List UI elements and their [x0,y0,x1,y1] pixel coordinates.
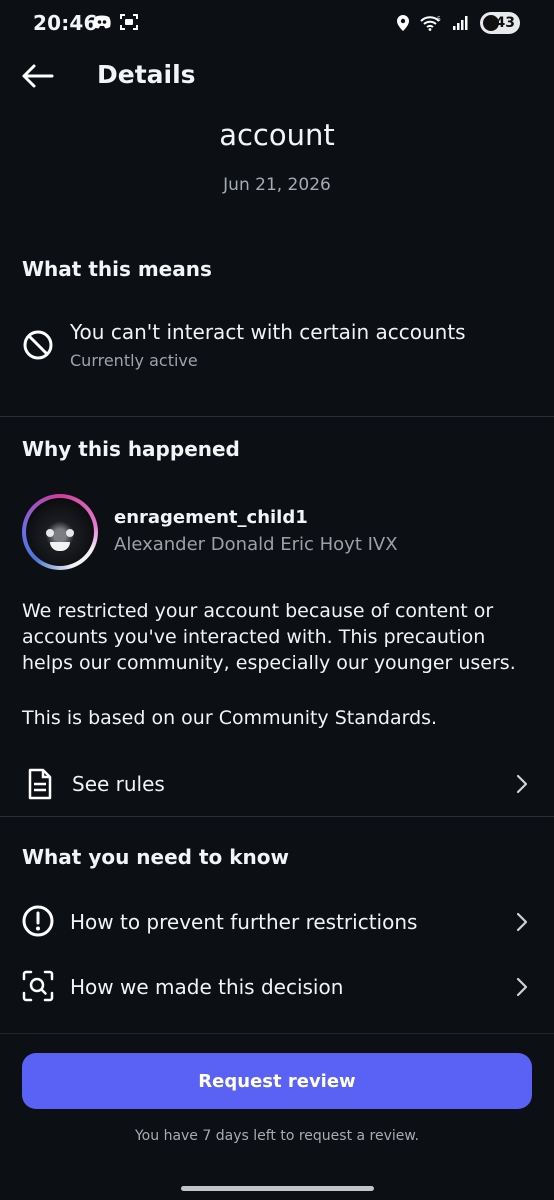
chevron-right-icon [516,912,528,932]
battery-icon: 43 [480,12,520,34]
alert-circle-icon [21,904,55,938]
restriction-explanation: We restricted your account because of co… [22,600,516,674]
prevent-restrictions-label: How to prevent further restrictions [70,910,418,934]
section-heading-why-this-happened: Why this happened [22,437,240,461]
decision-process-row[interactable]: How we made this decision [0,958,554,1016]
wifi-icon: 5 [420,16,441,31]
search-scan-icon [21,969,55,1003]
hero-title: account [219,118,335,152]
restriction-title: You can't interact with certain accounts [70,320,466,344]
see-rules-row[interactable]: See rules [0,756,554,812]
block-icon [21,328,55,362]
restriction-item: You can't interact with certain accounts… [0,318,554,378]
profile-username[interactable]: enragement_child1 [114,507,308,528]
decision-process-label: How we made this decision [70,975,344,999]
status-left-icons [92,14,138,30]
section-heading-what-this-means: What this means [22,257,212,281]
hero-date: Jun 21, 2026 [223,175,331,195]
screenshot-icon [120,14,138,30]
header: Details [0,48,554,108]
page-title: Details [97,60,196,89]
chevron-right-icon [516,977,528,997]
avatar-mouth [50,542,70,551]
divider [0,416,554,417]
prevent-restrictions-row[interactable]: How to prevent further restrictions [0,893,554,951]
review-deadline-note: You have 7 days left to request a review… [134,1128,420,1144]
section-heading-what-you-need-to-know: What you need to know [22,845,289,869]
avatar[interactable] [22,494,98,570]
avatar-eye-right [66,529,74,537]
see-rules-label: See rules [72,772,165,796]
status-bar: 20:46 5 43 [0,0,554,48]
restriction-status: Currently active [70,351,198,370]
arrow-left-icon [22,64,54,88]
back-button[interactable] [18,60,58,92]
avatar-image [26,498,94,566]
status-right-icons: 5 43 [396,12,520,34]
signal-icon [453,16,468,30]
profile-display-name: Alexander Donald Eric Hoyt IVX [114,534,398,555]
battery-saver-icon [483,15,499,31]
request-review-button[interactable]: Request review [22,1053,532,1109]
divider [0,816,554,817]
community-standards-line: This is based on our Community Standards… [22,707,438,729]
divider [0,1033,554,1034]
status-time: 20:46 [33,11,98,35]
svg-text:5: 5 [437,16,441,23]
chevron-right-icon [516,774,528,794]
discord-icon [93,15,111,29]
avatar-eye-left [46,529,54,537]
home-indicator[interactable] [181,1186,374,1191]
document-icon [23,767,57,801]
location-icon [397,15,409,31]
